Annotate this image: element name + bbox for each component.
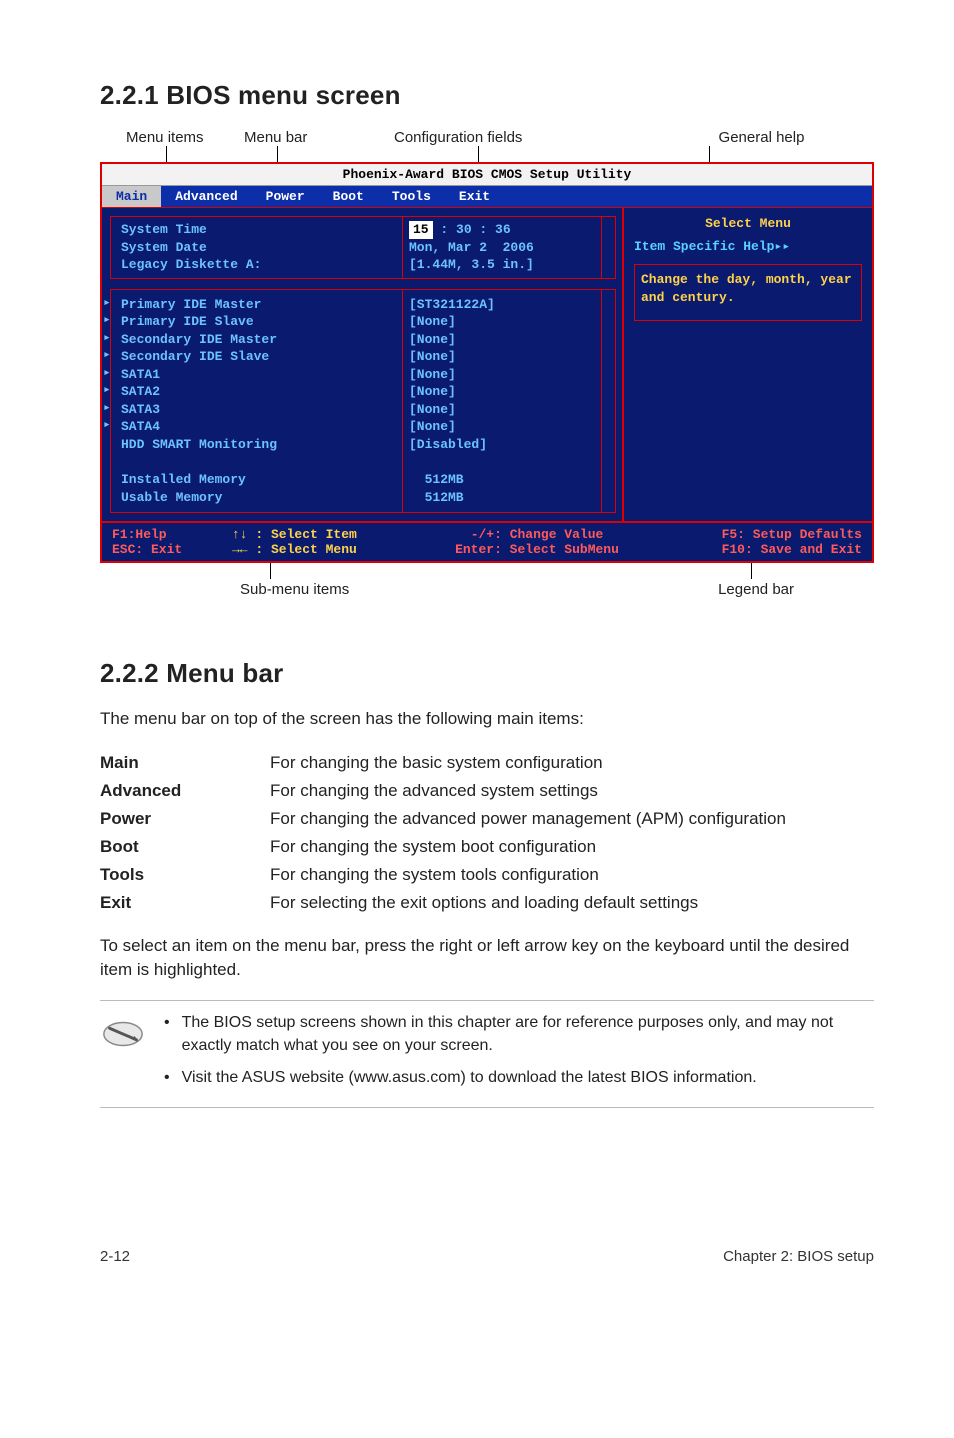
tab-exit[interactable]: Exit	[445, 186, 504, 207]
footer-chapter: Chapter 2: BIOS setup	[723, 1248, 874, 1265]
label-config-fields: Configuration fields	[394, 129, 649, 146]
label-menu-bar: Menu bar	[244, 129, 394, 146]
tab-tools[interactable]: Tools	[378, 186, 445, 207]
help-subtitle: Item Specific Help▸▸	[634, 239, 862, 254]
item-sata1[interactable]: SATA1	[121, 366, 321, 384]
val-secondary-ide-slave: [None]	[409, 348, 456, 366]
tab-advanced[interactable]: Advanced	[161, 186, 251, 207]
val-sata2: [None]	[409, 383, 456, 401]
def-term-power: Power	[100, 805, 270, 833]
label-general-help: General help	[649, 129, 874, 146]
def-desc-exit: For selecting the exit options and loadi…	[270, 889, 786, 917]
val-sata1: [None]	[409, 366, 456, 384]
menubar-intro: The menu bar on top of the screen has th…	[100, 707, 874, 732]
val-sata4: [None]	[409, 418, 456, 436]
label-menu-items: Menu items	[126, 129, 244, 146]
bios-screenshot: Phoenix-Award BIOS CMOS Setup Utility Ma…	[100, 162, 874, 563]
note-box: • The BIOS setup screens shown in this ch…	[100, 1000, 874, 1108]
item-system-date[interactable]: System Date	[121, 239, 321, 257]
def-term-exit: Exit	[100, 889, 270, 917]
val-primary-ide-slave: [None]	[409, 313, 456, 331]
def-term-advanced: Advanced	[100, 777, 270, 805]
val-legacy-diskette: [1.44M, 3.5 in.]	[409, 256, 534, 274]
val-installed-memory: 512MB	[409, 471, 464, 489]
help-text: Change the day, month, year and century.	[634, 264, 862, 321]
note-2: Visit the ASUS website (www.asus.com) to…	[182, 1066, 757, 1089]
item-legacy-diskette[interactable]: Legacy Diskette A:	[121, 256, 321, 274]
bullet-dot-icon: •	[164, 1066, 170, 1089]
bios-config-values: 15 : 30 : 36 Mon, Mar 2 2006 [1.44M, 3.5…	[402, 216, 602, 513]
tab-main[interactable]: Main	[102, 186, 161, 207]
def-desc-boot: For changing the system boot configurati…	[270, 833, 786, 861]
item-installed-memory: Installed Memory	[121, 471, 321, 489]
top-labels: Menu items Menu bar Configuration fields…	[100, 129, 874, 146]
item-system-time[interactable]: System Time	[121, 221, 321, 239]
help-title: Select Menu	[634, 216, 862, 231]
val-time-rest: : 30 : 36	[433, 222, 511, 237]
def-term-main: Main	[100, 749, 270, 777]
tab-boot[interactable]: Boot	[319, 186, 378, 207]
item-sata3[interactable]: SATA3	[121, 401, 321, 419]
note-icon	[100, 1011, 146, 1057]
legend-select-item: ↑↓ : Select Item	[232, 527, 402, 542]
item-sata2[interactable]: SATA2	[121, 383, 321, 401]
item-primary-ide-slave[interactable]: Primary IDE Slave	[121, 313, 321, 331]
item-sata4[interactable]: SATA4	[121, 418, 321, 436]
item-secondary-ide-slave[interactable]: Secondary IDE Slave	[121, 348, 321, 366]
legend-select-submenu: Enter: Select SubMenu	[402, 542, 672, 557]
legend-f10: F10: Save and Exit	[672, 542, 862, 557]
footer-page-number: 2-12	[100, 1248, 130, 1265]
item-hdd-smart[interactable]: HDD SMART Monitoring	[121, 436, 321, 454]
def-term-tools: Tools	[100, 861, 270, 889]
val-time-hour[interactable]: 15	[409, 221, 433, 239]
bullet-dot-icon: •	[164, 1011, 170, 1057]
menu-definitions: MainFor changing the basic system config…	[100, 749, 786, 917]
def-term-boot: Boot	[100, 833, 270, 861]
tab-power[interactable]: Power	[252, 186, 319, 207]
bios-title: Phoenix-Award BIOS CMOS Setup Utility	[102, 164, 872, 186]
note-1: The BIOS setup screens shown in this cha…	[182, 1011, 874, 1057]
heading-222: 2.2.2 Menu bar	[100, 658, 874, 689]
legend-change-value: -/+: Change Value	[402, 527, 672, 542]
val-secondary-ide-master: [None]	[409, 331, 456, 349]
bios-menu-bar: Main Advanced Power Boot Tools Exit	[102, 186, 872, 207]
val-system-date: Mon, Mar 2 2006	[409, 239, 534, 257]
bios-help-panel: Select Menu Item Specific Help▸▸ Change …	[624, 208, 872, 521]
heading-221: 2.2.1 BIOS menu screen	[100, 80, 874, 111]
val-primary-ide-master: [ST321122A]	[409, 296, 495, 314]
legend-f5: F5: Setup Defaults	[672, 527, 862, 542]
def-desc-main: For changing the basic system configurat…	[270, 749, 786, 777]
label-legend-bar: Legend bar	[718, 581, 874, 598]
val-hdd-smart: [Disabled]	[409, 436, 487, 454]
def-desc-advanced: For changing the advanced system setting…	[270, 777, 786, 805]
item-primary-ide-master[interactable]: Primary IDE Master	[121, 296, 321, 314]
legend-f1: F1:Help	[112, 527, 232, 542]
bios-legend-bar: F1:Help ESC: Exit ↑↓ : Select Item →← : …	[102, 521, 872, 561]
item-secondary-ide-master[interactable]: Secondary IDE Master	[121, 331, 321, 349]
legend-esc: ESC: Exit	[112, 542, 232, 557]
val-sata3: [None]	[409, 401, 456, 419]
val-usable-memory: 512MB	[409, 489, 464, 507]
para-select: To select an item on the menu bar, press…	[100, 934, 874, 983]
item-usable-memory: Usable Memory	[121, 489, 321, 507]
label-sub-menu-items: Sub-menu items	[240, 581, 349, 598]
def-desc-power: For changing the advanced power manageme…	[270, 805, 786, 833]
legend-select-menu: →← : Select Menu	[232, 542, 402, 557]
def-desc-tools: For changing the system tools configurat…	[270, 861, 786, 889]
